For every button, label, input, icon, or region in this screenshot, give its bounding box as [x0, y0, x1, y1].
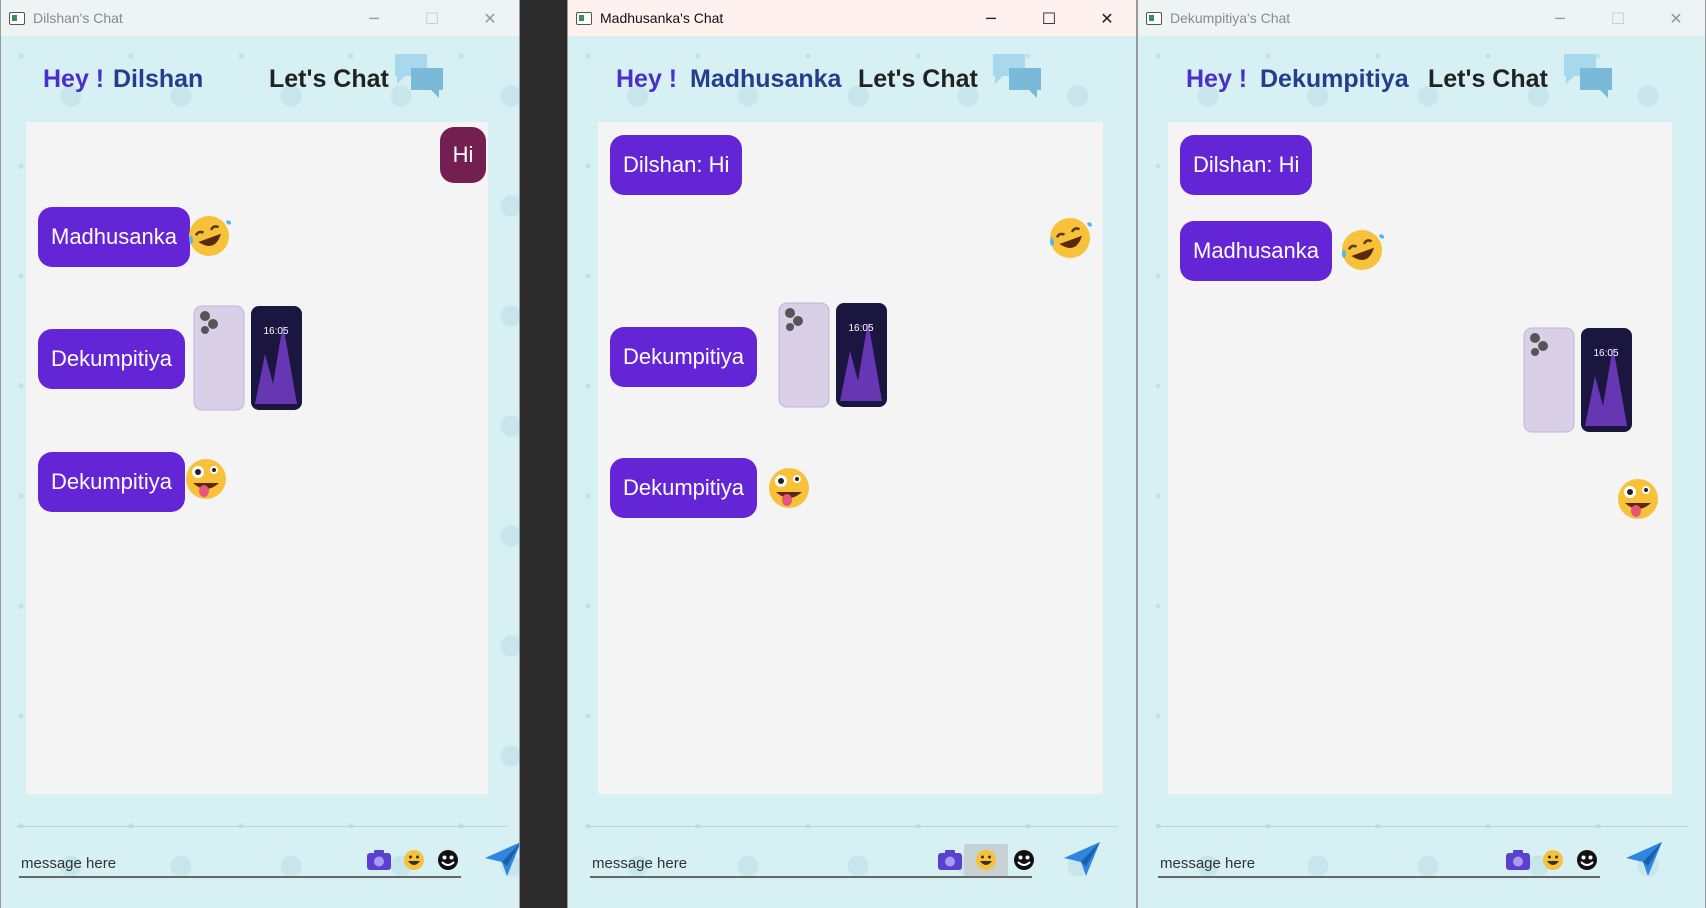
chat-window-dilshan[interactable]: Dilshan's Chat ─ ☐ ✕ Hey ! Dilshan Let's… [0, 0, 520, 908]
emoji-button[interactable] [399, 846, 429, 874]
zany-face-emoji [186, 459, 226, 499]
zany-face-emoji [1618, 479, 1658, 519]
input-bar [590, 838, 1120, 878]
phone-image: 16:05 [1523, 327, 1632, 433]
camera-button[interactable] [1503, 846, 1533, 874]
separator [15, 826, 507, 827]
maximize-button[interactable]: ☐ [403, 0, 461, 36]
sticker-button[interactable] [1572, 846, 1602, 874]
message-bubble[interactable]: Dilshan: Hi [1180, 135, 1313, 195]
phone-image: 16:05 [193, 305, 302, 411]
zany-face-emoji [769, 468, 809, 508]
phone-clock: 16:05 [1593, 348, 1618, 359]
message-bubble[interactable]: Dekumpitiya [610, 327, 758, 387]
lets-chat-label: Let's Chat [858, 64, 978, 93]
sticker-button[interactable] [1009, 846, 1039, 874]
phone-image: 16:05 [778, 302, 887, 408]
camera-button[interactable] [364, 846, 394, 874]
window-title: Dekumpitiya's Chat [1170, 10, 1291, 26]
minimize-button[interactable]: ─ [345, 0, 403, 36]
sticker-icon [1577, 850, 1597, 870]
chat-window-madhusanka[interactable]: Madhusanka's Chat ─ ☐ ✕ Hey ! Madhusanka… [567, 0, 1137, 908]
greeting-label: Hey ! [43, 64, 105, 93]
input-bar [1158, 838, 1688, 878]
separator [586, 826, 1118, 827]
close-button[interactable]: ✕ [1647, 0, 1705, 36]
emoji-button[interactable] [1538, 846, 1568, 874]
maximize-button[interactable]: ☐ [1589, 0, 1647, 36]
messages-panel[interactable]: Dilshan: Hi Dekumpitiya 16:05 Dekumpitiy… [598, 122, 1103, 794]
messages-panel[interactable]: Hi Madhusanka Dekumpitiya 16:05 Dekumpit… [26, 122, 488, 794]
message-bubble[interactable]: Dekumpitiya [610, 458, 758, 518]
title-bar[interactable]: Madhusanka's Chat ─ ☐ ✕ [568, 0, 1136, 36]
input-bar [19, 838, 519, 878]
close-button[interactable]: ✕ [1078, 0, 1136, 36]
chat-bubbles-icon [993, 54, 1041, 98]
camera-button[interactable] [935, 846, 965, 874]
chat-header: Hey ! Dekumpitiya Let's Chat [1138, 36, 1705, 122]
sticker-icon [438, 850, 458, 870]
message-bubble[interactable]: Madhusanka [38, 207, 190, 267]
separator [1156, 826, 1688, 827]
rofl-emoji [1050, 218, 1092, 258]
emoji-icon [976, 850, 996, 870]
chat-header: Hey ! Madhusanka Let's Chat [568, 36, 1136, 122]
camera-icon [367, 850, 391, 870]
message-input[interactable] [19, 838, 461, 878]
username-label: Dekumpitiya [1260, 64, 1409, 93]
chat-bubbles-icon [395, 54, 443, 98]
send-icon[interactable] [1062, 840, 1102, 878]
lets-chat-label: Let's Chat [1428, 64, 1548, 93]
lets-chat-label: Let's Chat [269, 64, 389, 93]
greeting-label: Hey ! [616, 64, 678, 93]
camera-icon [938, 850, 962, 870]
messages-panel[interactable]: Dilshan: Hi Madhusanka 16:05 [1168, 122, 1672, 794]
rofl-emoji [1342, 230, 1384, 270]
message-bubble[interactable]: Dekumpitiya [38, 329, 186, 389]
chat-header: Hey ! Dilshan Let's Chat [1, 36, 519, 122]
send-icon[interactable] [1624, 840, 1664, 878]
camera-icon [1506, 850, 1530, 870]
desktop: Dilshan's Chat ─ ☐ ✕ Hey ! Dilshan Let's… [0, 0, 1706, 908]
minimize-button[interactable]: ─ [962, 0, 1020, 36]
app-icon [9, 11, 25, 25]
app-icon [576, 11, 592, 25]
message-input[interactable] [1158, 838, 1600, 878]
window-title: Dilshan's Chat [33, 10, 123, 26]
message-bubble-mine[interactable]: Hi [440, 127, 486, 183]
message-bubble[interactable]: Madhusanka [1180, 221, 1332, 281]
emoji-icon [404, 850, 424, 870]
username-label: Madhusanka [690, 64, 842, 93]
sticker-button[interactable] [433, 846, 463, 874]
message-bubble[interactable]: Dekumpitiya [38, 452, 186, 512]
maximize-button[interactable]: ☐ [1020, 0, 1078, 36]
title-bar[interactable]: Dekumpitiya's Chat ─ ☐ ✕ [1138, 0, 1705, 36]
send-icon[interactable] [483, 840, 520, 878]
chat-bubbles-icon [1564, 54, 1612, 98]
close-button[interactable]: ✕ [461, 0, 519, 36]
greeting-label: Hey ! [1186, 64, 1248, 93]
username-label: Dilshan [113, 64, 204, 93]
message-bubble[interactable]: Dilshan: Hi [610, 135, 743, 195]
emoji-icon [1543, 850, 1563, 870]
chat-window-dekumpitiya[interactable]: Dekumpitiya's Chat ─ ☐ ✕ Hey ! Dekumpiti… [1137, 0, 1706, 908]
rofl-emoji [189, 216, 231, 256]
phone-clock: 16:05 [263, 326, 288, 337]
app-icon [1146, 11, 1162, 25]
window-title: Madhusanka's Chat [600, 10, 724, 26]
emoji-button[interactable] [964, 844, 1008, 876]
minimize-button[interactable]: ─ [1531, 0, 1589, 36]
phone-clock: 16:05 [848, 323, 873, 334]
title-bar[interactable]: Dilshan's Chat ─ ☐ ✕ [1, 0, 519, 36]
sticker-icon [1014, 850, 1034, 870]
